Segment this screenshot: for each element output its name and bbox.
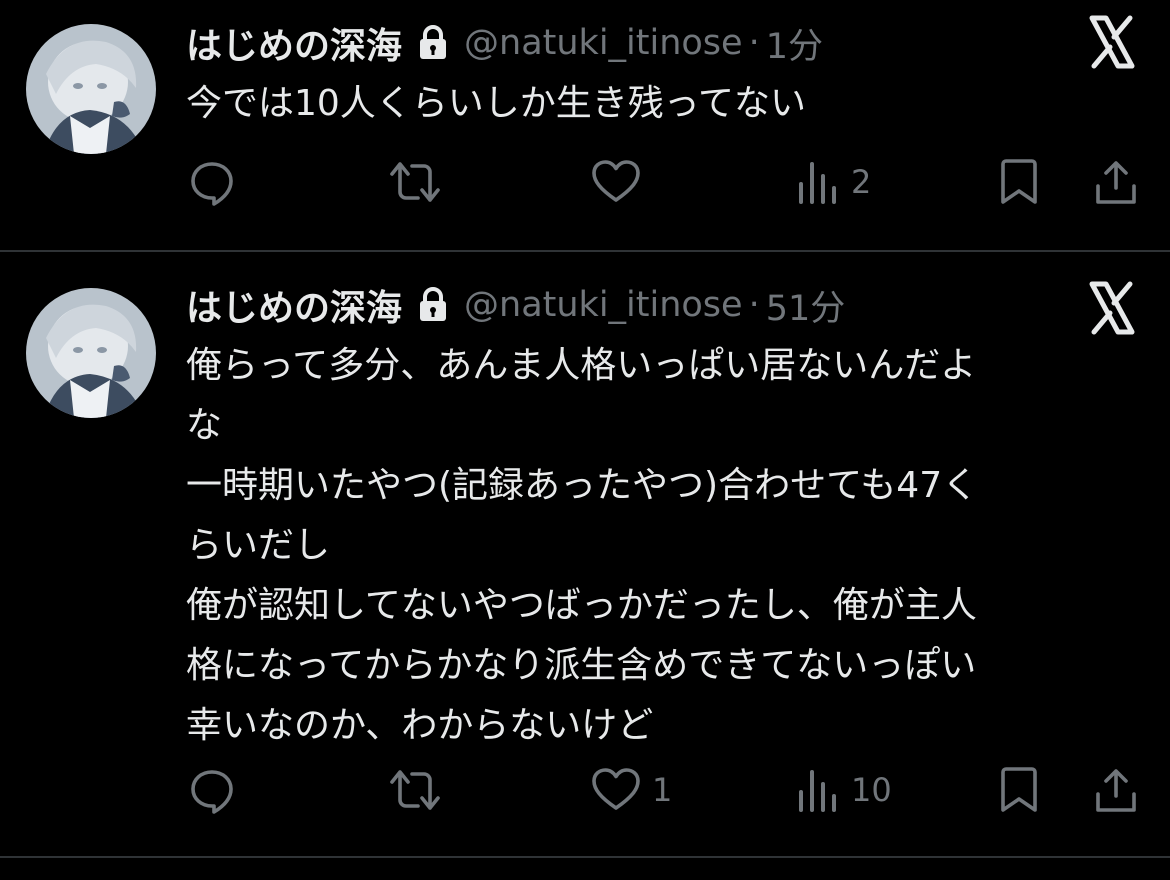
views-button[interactable]: 10 bbox=[797, 760, 892, 820]
like-count: 1 bbox=[652, 771, 673, 809]
retweet-icon bbox=[388, 158, 442, 206]
tweet-actions: 1 10 bbox=[0, 760, 1170, 820]
share-icon bbox=[1094, 158, 1138, 206]
timestamp[interactable]: 1分 bbox=[766, 18, 823, 69]
tweet-text: 俺らって多分、あんま人格いっぱい居ないんだよ な 一時期いたやつ(記録あったやつ… bbox=[186, 336, 1126, 756]
reply-button[interactable] bbox=[188, 760, 246, 820]
share-button[interactable] bbox=[1094, 152, 1138, 212]
tweet-text-line: 格になってからかなり派生含めできてないっぽい bbox=[186, 645, 977, 686]
retweet-button[interactable] bbox=[388, 152, 452, 212]
share-icon bbox=[1094, 766, 1138, 814]
tweet-text: 今では10人くらいしか生き残ってない bbox=[186, 74, 1126, 134]
tweet-text-line: 俺らって多分、あんま人格いっぱい居ないんだよ bbox=[186, 345, 977, 386]
bookmark-icon bbox=[998, 158, 1040, 206]
like-button[interactable]: 1 bbox=[590, 760, 672, 820]
tweet[interactable]: はじめの深海 @natuki_itinose · 51分 俺らって多分、あんま人… bbox=[0, 252, 1170, 856]
tweet-text-line: 一時期いたやつ(記録あったやつ)合わせても47く bbox=[186, 465, 979, 506]
heart-icon bbox=[590, 766, 642, 814]
like-button[interactable] bbox=[590, 152, 652, 212]
view-count: 2 bbox=[851, 163, 872, 201]
retweet-button[interactable] bbox=[388, 760, 452, 820]
share-button[interactable] bbox=[1094, 760, 1138, 820]
tweet-divider bbox=[0, 856, 1170, 858]
author-name[interactable]: はじめの深海 bbox=[186, 279, 402, 331]
x-logo-icon bbox=[1084, 280, 1140, 336]
views-icon bbox=[797, 158, 841, 206]
bookmark-button[interactable] bbox=[998, 760, 1040, 820]
lock-icon bbox=[418, 287, 448, 323]
reply-icon bbox=[188, 158, 236, 206]
author-name[interactable]: はじめの深海 bbox=[186, 17, 402, 69]
views-button[interactable]: 2 bbox=[797, 152, 871, 212]
tweet-header: はじめの深海 @natuki_itinose · 1分 bbox=[186, 18, 823, 68]
bookmark-button[interactable] bbox=[998, 152, 1040, 212]
view-count: 10 bbox=[851, 771, 892, 809]
bookmark-icon bbox=[998, 766, 1040, 814]
lock-icon bbox=[418, 25, 448, 61]
author-handle[interactable]: @natuki_itinose bbox=[464, 23, 743, 63]
views-icon bbox=[797, 766, 841, 814]
x-logo-icon bbox=[1084, 14, 1140, 70]
tweet-text-line: 幸いなのか、わからないけど bbox=[186, 705, 654, 746]
tweet[interactable]: はじめの深海 @natuki_itinose · 1分 今では10人くらいしか生… bbox=[0, 0, 1170, 250]
reply-button[interactable] bbox=[188, 152, 246, 212]
tweet-text-line: 今では10人くらいしか生き残ってない bbox=[186, 83, 807, 124]
reply-icon bbox=[188, 766, 236, 814]
tweet-text-line: 俺が認知してないやつばっかだったし、俺が主人 bbox=[186, 585, 977, 626]
avatar[interactable] bbox=[26, 288, 156, 418]
retweet-icon bbox=[388, 766, 442, 814]
tweet-actions: 2 bbox=[0, 152, 1170, 212]
timestamp[interactable]: 51分 bbox=[766, 280, 846, 331]
separator-dot: · bbox=[748, 285, 760, 325]
heart-icon bbox=[590, 158, 642, 206]
author-handle[interactable]: @natuki_itinose bbox=[464, 285, 743, 325]
avatar[interactable] bbox=[26, 24, 156, 154]
tweet-header: はじめの深海 @natuki_itinose · 51分 bbox=[186, 280, 845, 330]
separator-dot: · bbox=[748, 23, 760, 63]
tweet-text-line: な bbox=[186, 405, 223, 446]
tweet-text-line: らいだし bbox=[186, 525, 331, 566]
